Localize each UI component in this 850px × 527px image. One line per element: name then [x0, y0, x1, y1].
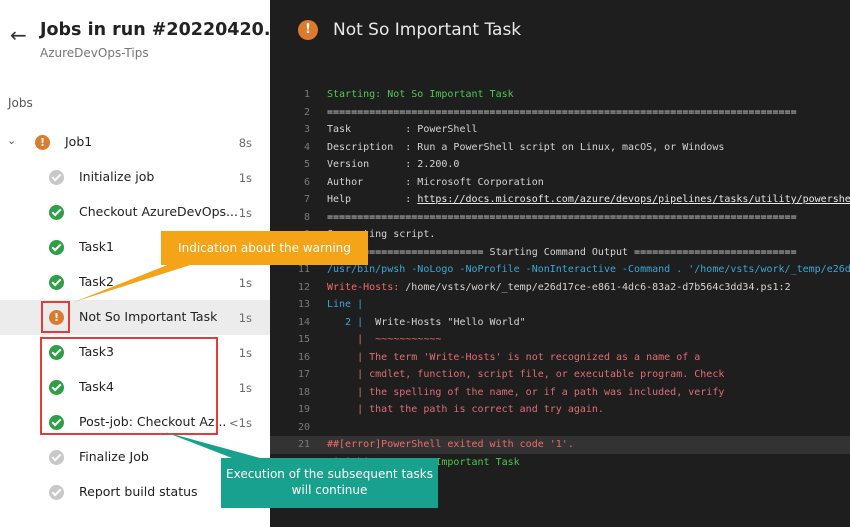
- arrow-left-icon[interactable]: ←: [10, 24, 28, 46]
- step-duration: 1s: [238, 381, 252, 395]
- check-circle-icon: [49, 275, 64, 290]
- log-line: 18 | the spelling of the name, or if a p…: [297, 386, 725, 398]
- log-line: 6 Author : Microsoft Corporation: [303, 176, 544, 188]
- task-title: Not So Important Task: [333, 20, 522, 40]
- step-name: Initialize job: [79, 169, 155, 184]
- log-line: 5 Version : 2.200.0: [303, 159, 460, 170]
- warning-highlight-box: [41, 301, 70, 333]
- step-duration: 1s: [238, 346, 252, 360]
- log-line-error: 21 ##[error]PowerShell exited with code '…: [270, 436, 850, 454]
- step-name: Task2: [79, 274, 114, 289]
- skipped-icon: [49, 485, 64, 500]
- log-line: 13 Line |: [297, 299, 364, 310]
- warning-icon: !: [298, 20, 318, 40]
- log-line: 3 Task : PowerShell: [303, 124, 478, 135]
- skipped-icon: [49, 450, 64, 465]
- step-row[interactable]: Task2 1s: [0, 265, 270, 300]
- job-name: Job1: [65, 134, 93, 149]
- log-line: 7 Help : https://docs.microsoft.com/azure…: [270, 191, 850, 209]
- step-row[interactable]: Checkout AzureDevOps... 1s: [0, 195, 270, 230]
- jobs-section-label: Jobs: [8, 96, 33, 110]
- step-name: Task1: [79, 239, 114, 254]
- log-line: 14 2 | Write-Hosts "Hello World": [297, 316, 526, 328]
- step-row[interactable]: Initialize job 1s: [0, 160, 270, 195]
- step-name: Checkout AzureDevOps...: [79, 204, 238, 219]
- log-line: 20: [297, 421, 310, 433]
- check-circle-icon: [49, 205, 64, 220]
- step-name: Not So Important Task: [79, 309, 218, 324]
- log-line: 15 | ~~~~~~~~~~~: [297, 334, 442, 345]
- step-duration: 1s: [238, 276, 252, 290]
- log-line: 12 Write-Hosts: /home/vsts/work/_temp/e26…: [297, 281, 791, 293]
- warning-icon: !: [35, 135, 50, 150]
- log-line: 16 | The term 'Write-Hosts' is not recog…: [297, 351, 701, 363]
- log-line: 19 | that the path is correct and try ag…: [297, 404, 604, 415]
- step-duration: 1s: [238, 171, 252, 185]
- warning-callout: Indication about the warning: [161, 231, 368, 265]
- step-duration: <1s: [229, 416, 252, 430]
- check-circle-icon: [49, 240, 64, 255]
- chevron-down-icon[interactable]: ⌄: [7, 134, 16, 147]
- continue-callout: Execution of the subsequent tasks will c…: [221, 458, 438, 508]
- pipeline-name: AzureDevOps-Tips: [40, 46, 149, 60]
- step-name: Report build status: [79, 484, 198, 499]
- log-output[interactable]: 1 Starting: Not So Important Task 2 ======…: [270, 86, 850, 471]
- log-line: 1 Starting: Not So Important Task: [303, 89, 514, 100]
- log-line: 17 | cmdlet, function, script file, or e…: [297, 369, 725, 380]
- skipped-icon: [49, 170, 64, 185]
- log-line: 4 Description : Run a PowerShell script o…: [303, 141, 725, 153]
- job-row[interactable]: ⌄ ! Job1 8s: [0, 125, 270, 160]
- step-duration: 1s: [238, 206, 252, 220]
- step-name: Finalize Job: [79, 449, 149, 464]
- log-line: 2 =======================================…: [303, 106, 797, 118]
- job-duration: 8s: [238, 136, 252, 150]
- run-title: Jobs in run #20220420.2: [40, 20, 270, 40]
- subsequent-tasks-highlight-box: [40, 337, 218, 435]
- log-line: 8 =======================================…: [303, 211, 797, 223]
- docs-link[interactable]: https://docs.microsoft.com/azure/devops/…: [417, 194, 850, 205]
- step-duration: 1s: [238, 311, 252, 325]
